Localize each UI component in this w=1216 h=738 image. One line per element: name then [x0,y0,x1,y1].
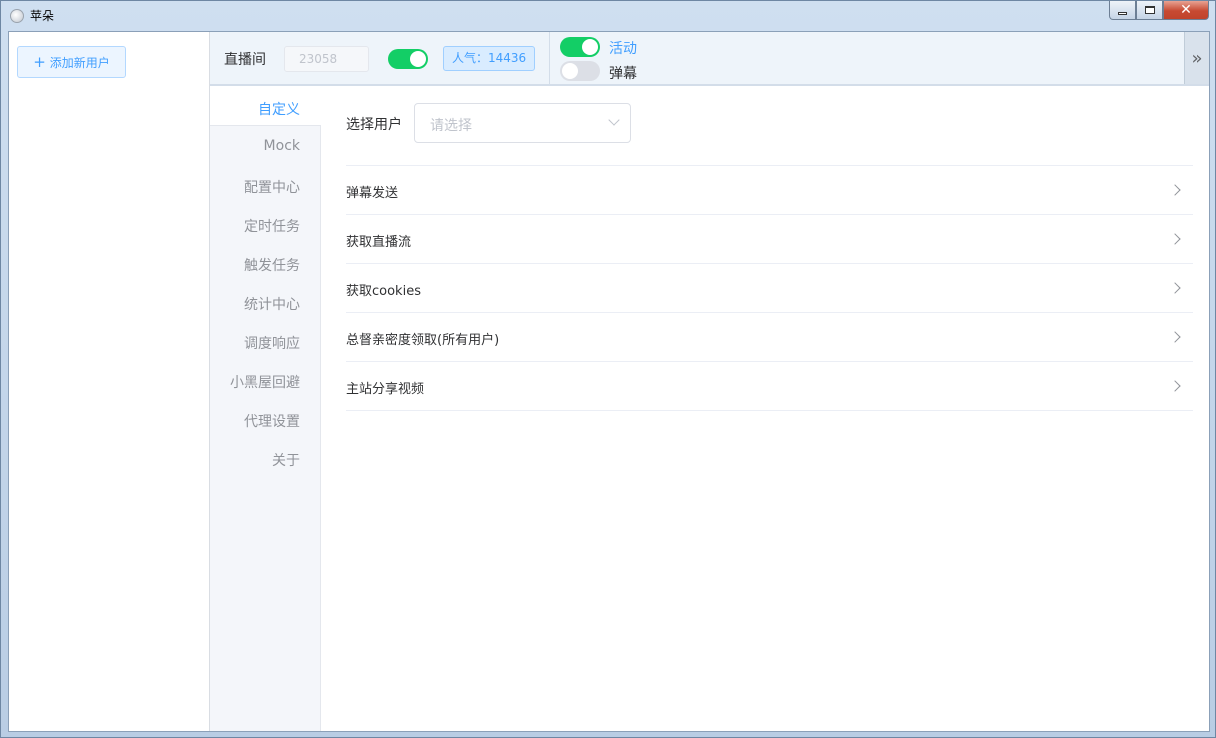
room-toolbar: 直播间 23058 人气：14436 活动 弹幕 » [210,32,1209,86]
chevron-down-icon [608,114,620,126]
list-item-label: 总督亲密度领取(所有用户) [346,333,500,348]
activity-label: 活动 [609,41,637,57]
maximize-button[interactable] [1136,1,1163,20]
tab-config-center[interactable]: 配置中心 [244,177,300,197]
add-user-label: 添加新用户 [49,55,110,70]
action-list: 弹幕发送 获取直播流 获取cookies 总督亲密度领取(所有用户) 主站分享视… [346,165,1193,411]
tab-proxy-settings[interactable]: 代理设置 [244,411,300,431]
popularity-badge: 人气：14436 [443,46,536,71]
close-icon: ✕ [1180,2,1192,18]
user-sidebar: + 添加新用户 [9,32,210,731]
app-window: 苹朵 ✕ + 添加新用户 直播间 23058 人气：14436 活动 弹幕 » [0,0,1216,738]
client-area: + 添加新用户 直播间 23058 人气：14436 活动 弹幕 » 自定义 M… [8,31,1210,732]
room-connect-switch[interactable] [388,49,428,69]
switch-knob [410,51,426,67]
chevron-right-icon [1169,380,1181,392]
tab-blacklist-avoid[interactable]: 小黑屋回避 [230,372,300,392]
list-item-label: 获取cookies [346,284,421,299]
list-item-get-stream[interactable]: 获取直播流 [346,215,1193,264]
switch-knob [562,63,578,79]
close-button[interactable]: ✕ [1163,1,1209,20]
add-user-button[interactable]: + 添加新用户 [17,46,126,78]
title-bar[interactable]: 苹朵 ✕ [1,1,1215,31]
tab-custom[interactable]: 自定义 [258,99,300,119]
list-item-get-cookies[interactable]: 获取cookies [346,264,1193,313]
toolbar-divider [549,32,550,84]
room-id-input[interactable]: 23058 [284,46,369,72]
maximize-icon [1144,6,1155,14]
tab-scheduled-tasks[interactable]: 定时任务 [244,216,300,236]
list-item-governor-intimacy[interactable]: 总督亲密度领取(所有用户) [346,313,1193,362]
room-label: 直播间 [224,52,266,68]
user-select[interactable]: 请选择 [414,103,631,143]
chevron-right-icon [1169,331,1181,343]
list-item-label: 主站分享视频 [346,382,425,397]
tab-trigger-tasks[interactable]: 触发任务 [244,255,300,275]
chevron-right-icon [1169,233,1181,245]
list-item-label: 弹幕发送 [346,186,399,201]
app-icon [10,9,24,23]
activity-switch[interactable] [560,37,600,57]
list-item-danmaku-send[interactable]: 弹幕发送 [346,166,1193,215]
switch-knob [582,39,598,55]
danmaku-switch[interactable] [560,61,600,81]
minimize-button[interactable] [1109,1,1136,20]
chevron-right-icon [1169,184,1181,196]
list-item-label: 获取直播流 [346,235,412,250]
tab-bar: 自定义 Mock 配置中心 定时任务 触发任务 统计中心 调度响应 小黑屋回避 … [210,88,321,731]
tab-statistics[interactable]: 统计中心 [244,294,300,314]
list-item-share-video[interactable]: 主站分享视频 [346,362,1193,411]
custom-panel: 选择用户 请选择 弹幕发送 获取直播流 获取cookies 总督亲密度领取(所有… [321,88,1209,731]
select-user-label: 选择用户 [346,117,402,133]
tab-about[interactable]: 关于 [272,450,300,470]
tab-dispatch-response[interactable]: 调度响应 [244,333,300,353]
minimize-icon [1118,11,1127,15]
danmaku-label: 弹幕 [609,66,637,82]
chevron-right-icon [1169,282,1181,294]
tab-mock[interactable]: Mock [264,138,300,154]
window-controls: ✕ [1109,1,1209,20]
expand-button[interactable]: » [1184,32,1209,84]
plus-icon: + [33,52,46,71]
double-chevron-right-icon: » [1191,47,1203,69]
select-placeholder: 请选择 [430,118,472,134]
window-title: 苹朵 [30,9,55,23]
